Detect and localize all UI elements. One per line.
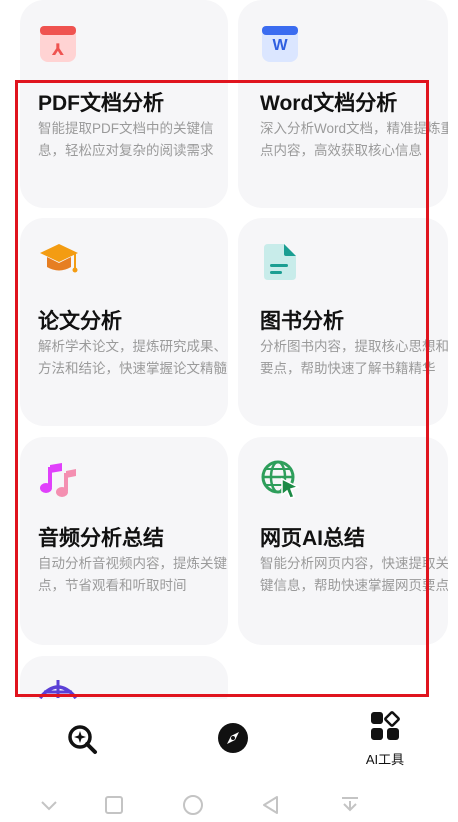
pull-down-icon xyxy=(342,797,358,812)
chevron-down-icon xyxy=(41,801,57,811)
card-audio-analysis[interactable]: 音频分析总结 自动分析音视频内容，提炼关键点，节省观看和听取时间 xyxy=(20,437,228,645)
card-description: 智能提取PDF文档中的关键信息，轻松应对复杂的阅读需求 xyxy=(38,121,214,158)
system-notification-button[interactable] xyxy=(339,794,361,821)
card-word-analysis[interactable]: W Word文档分析 深入分析Word文档，精准提炼重点内容，高效获取核心信息 xyxy=(238,0,448,208)
card-description: 自动分析音视频内容，提炼关键点，节省观看和听取时间 xyxy=(38,556,227,593)
nav-ai-tools[interactable]: AI工具 xyxy=(358,710,412,768)
card-description: 智能分析网页内容，快速提取关键信息，帮助快速掌握网页要点 xyxy=(260,556,448,593)
triangle-back-icon xyxy=(263,796,278,814)
system-home-button[interactable] xyxy=(181,793,205,822)
nav-ai-search[interactable] xyxy=(62,722,102,761)
card-title: 图书分析 xyxy=(260,310,344,333)
card-title: PDF文档分析 xyxy=(38,92,164,115)
nav-discover[interactable] xyxy=(215,722,251,759)
nav-label-ai-tools: AI工具 xyxy=(365,752,405,767)
card-description: 分析图书内容，提取核心思想和要点，帮助快速了解书籍精华 xyxy=(260,339,448,376)
word-icon-letter: W xyxy=(272,37,288,54)
pdf-icon: ⅄ xyxy=(38,24,78,64)
word-icon: W xyxy=(260,24,300,64)
card-title: 音频分析总结 xyxy=(38,527,164,550)
music-note-icon xyxy=(38,459,78,499)
circle-icon xyxy=(183,795,203,815)
card-webpage-summary[interactable]: 网页AI总结 智能分析网页内容，快速提取关键信息，帮助快速掌握网页要点 xyxy=(238,437,448,645)
card-title: Word文档分析 xyxy=(260,92,398,115)
card-description: 深入分析Word文档，精准提炼重点内容，高效获取核心信息 xyxy=(260,121,448,158)
card-pdf-analysis[interactable]: ⅄ PDF文档分析 智能提取PDF文档中的关键信息，轻松应对复杂的阅读需求 xyxy=(20,0,228,208)
system-recents-button[interactable] xyxy=(103,794,125,821)
system-collapse-button[interactable] xyxy=(38,794,60,821)
card-title: 论文分析 xyxy=(38,310,122,333)
system-back-button[interactable] xyxy=(260,794,282,821)
compass-icon xyxy=(217,722,249,759)
ai-search-icon xyxy=(65,722,99,761)
book-icon xyxy=(260,240,300,280)
card-book-analysis[interactable]: 图书分析 分析图书内容，提取核心思想和要点，帮助快速了解书籍精华 xyxy=(238,218,448,426)
web-globe-icon xyxy=(260,459,301,499)
grid-tools-icon xyxy=(369,710,401,747)
card-description: 解析学术论文，提炼研究成果、方法和结论，快速掌握论文精髓 xyxy=(38,339,227,376)
svg-text:⅄: ⅄ xyxy=(51,40,64,59)
card-thesis-analysis[interactable]: 论文分析 解析学术论文，提炼研究成果、方法和结论，快速掌握论文精髓 xyxy=(20,218,228,426)
card-title: 网页AI总结 xyxy=(260,527,365,550)
square-icon xyxy=(105,796,123,814)
graduation-cap-icon xyxy=(38,240,78,280)
